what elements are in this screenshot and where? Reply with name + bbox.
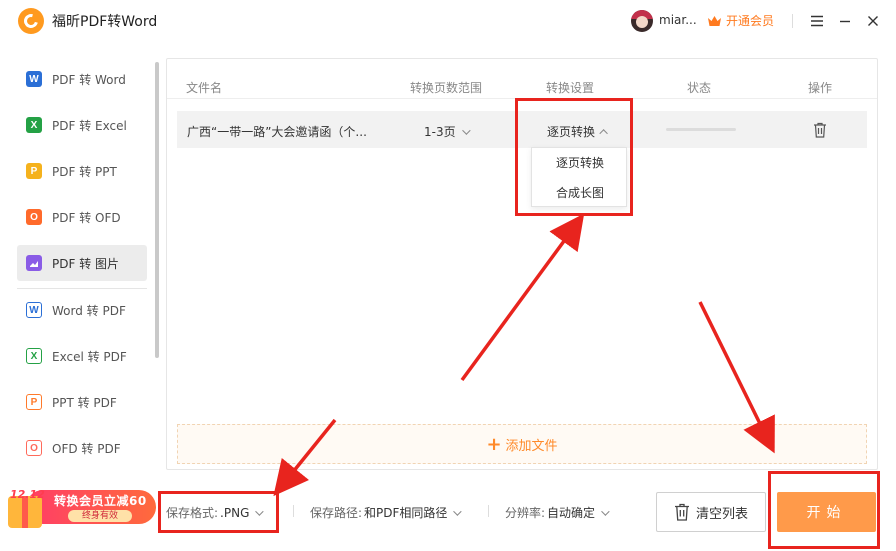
excel-outline-icon: X [26, 348, 42, 364]
page-range-value: 1-3页 [424, 125, 456, 139]
annotation-box-start [768, 471, 880, 549]
ppt-icon: P [26, 163, 42, 179]
plus-icon: + [486, 433, 502, 455]
sidebar-item-ppt-to-pdf[interactable]: P PPT 转 PDF [17, 384, 147, 420]
bottom-divider [293, 505, 294, 517]
promo-title: 转换会员立减60 [54, 494, 147, 508]
progress-bar [666, 128, 736, 131]
save-path-label: 保存路径: [310, 506, 363, 520]
sidebar-item-pdf-to-ofd[interactable]: O PDF 转 OFD [17, 199, 147, 235]
sidebar-item-ofd-to-pdf[interactable]: O OFD 转 PDF [17, 430, 147, 466]
add-file-button[interactable]: + 添加文件 [177, 424, 867, 464]
sidebar-item-label: PDF 转 Word [52, 72, 126, 87]
chevron-down-icon [461, 125, 471, 135]
sidebar-item-label: Excel 转 PDF [52, 349, 127, 364]
row-filename: 广西“一带一路”大会邀请函（个... [187, 125, 367, 139]
sidebar-item-word-to-pdf[interactable]: W Word 转 PDF [17, 292, 147, 328]
header-status: 状态 [687, 81, 712, 95]
sidebar-scrollbar[interactable] [155, 62, 159, 358]
sidebar-item-pdf-to-excel[interactable]: X PDF 转 Excel [17, 107, 147, 143]
ofd-icon: O [26, 209, 42, 225]
sidebar-item-pdf-to-word[interactable]: W PDF 转 Word [17, 61, 147, 97]
excel-icon: X [26, 117, 42, 133]
word-outline-icon: W [26, 302, 42, 318]
title-divider [792, 14, 793, 28]
sidebar-item-label: PDF 转 PPT [52, 164, 117, 179]
delete-row-icon[interactable] [813, 122, 827, 138]
header-actions: 操作 [808, 81, 833, 95]
image-icon [26, 255, 42, 271]
menu-icon[interactable] [808, 12, 826, 30]
bottom-divider [488, 505, 489, 517]
app-title: 福昕PDF转Word [52, 14, 158, 30]
ppt-outline-icon: P [26, 394, 42, 410]
sidebar: W PDF 转 Word X PDF 转 Excel P PDF 转 PPT O… [0, 58, 160, 478]
header-settings: 转换设置 [546, 81, 595, 95]
header-page-range: 转换页数范围 [410, 81, 483, 95]
minimize-icon[interactable] [836, 12, 854, 30]
promo-subtitle: 终身有效 [68, 510, 132, 522]
app-logo-icon [18, 8, 44, 34]
annotation-box-settings [515, 98, 633, 216]
sidebar-item-pdf-to-image[interactable]: PDF 转 图片 [17, 245, 147, 281]
add-file-label: 添加文件 [505, 438, 558, 454]
page-range-select[interactable]: 1-3页 [424, 123, 471, 140]
sidebar-item-label: OFD 转 PDF [52, 441, 121, 456]
header-filename: 文件名 [186, 81, 223, 95]
sidebar-item-label: PDF 转 OFD [52, 210, 121, 225]
chevron-down-icon [453, 506, 463, 516]
word-icon: W [26, 71, 42, 87]
sidebar-item-label: PPT 转 PDF [52, 395, 117, 410]
vip-button[interactable]: 开通会员 [707, 12, 774, 29]
promo-banner[interactable]: 12.12 转换会员立减60 终身有效 [6, 488, 156, 530]
sidebar-item-label: Word 转 PDF [52, 303, 126, 318]
username[interactable]: miar... [659, 13, 697, 27]
resolution-label: 分辨率: [505, 506, 546, 520]
sidebar-divider [17, 288, 147, 289]
vip-label: 开通会员 [726, 14, 775, 28]
chevron-down-icon [601, 506, 610, 516]
avatar[interactable] [631, 10, 653, 32]
sidebar-item-label: PDF 转 图片 [52, 256, 120, 271]
crown-icon [707, 15, 722, 27]
title-bar: 福昕PDF转Word miar... 开通会员 [0, 0, 896, 42]
sidebar-item-label: PDF 转 Excel [52, 118, 127, 133]
clear-list-button[interactable]: 清空列表 [656, 492, 766, 532]
clear-list-label: 清空列表 [695, 506, 748, 522]
sidebar-item-excel-to-pdf[interactable]: X Excel 转 PDF [17, 338, 147, 374]
close-icon[interactable] [864, 12, 882, 30]
resolution-select[interactable]: 分辨率: 自动确定 [505, 504, 610, 521]
ofd-outline-icon: O [26, 440, 42, 456]
sidebar-item-pdf-to-ppt[interactable]: P PDF 转 PPT [17, 153, 147, 189]
table-header: 文件名 转换页数范围 转换设置 状态 操作 [167, 59, 877, 99]
resolution-value: 自动确定 [547, 506, 596, 520]
save-path-value: 和PDF相同路径 [364, 506, 448, 520]
trash-icon [674, 503, 689, 521]
promo-date: 12.12 [10, 488, 45, 501]
annotation-box-format [158, 491, 279, 533]
save-path-select[interactable]: 保存路径: 和PDF相同路径 [310, 504, 463, 521]
